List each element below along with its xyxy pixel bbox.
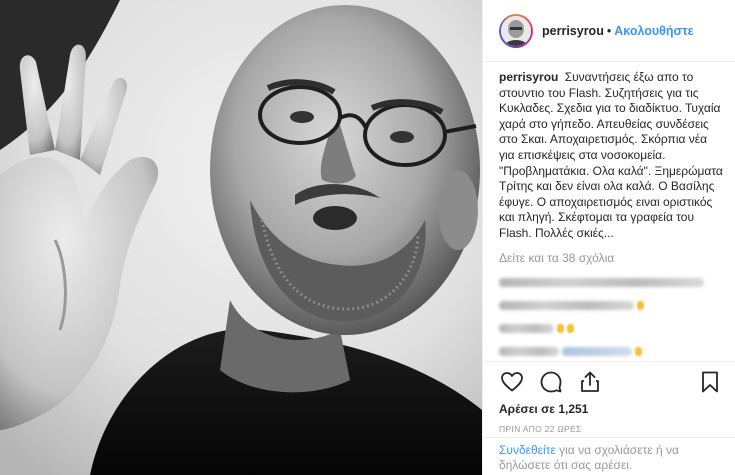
bookmark-icon[interactable] (697, 369, 723, 395)
comment-row (499, 277, 725, 288)
blurred-comment (499, 323, 554, 333)
blurred-comment (562, 346, 632, 356)
blurred-comment (499, 346, 559, 356)
avatar[interactable] (499, 13, 533, 48)
post-sidebar: perrisyrou • Ακολουθήστε perrisyrou Συναντ… (482, 0, 735, 475)
comment-icon[interactable] (538, 369, 564, 395)
action-bar (483, 362, 735, 402)
post-timestamp[interactable]: ΠΡΙΝ ΑΠΟ 22 ΩΡΕΣ (483, 424, 735, 434)
post-header: perrisyrou • Ακολουθήστε (483, 0, 735, 62)
post-photo[interactable] (0, 0, 482, 475)
view-all-comments-link[interactable]: Δείτε και τα 38 σχόλια (499, 251, 725, 265)
heart-icon[interactable] (499, 369, 525, 395)
caption-username[interactable]: perrisyrou (499, 70, 558, 84)
portrait-image (0, 0, 482, 475)
share-icon[interactable] (577, 369, 603, 395)
header-separator: • (606, 23, 612, 38)
likes-count[interactable]: Αρέσει σε 1,251 (483, 402, 735, 416)
login-prompt: Συνδεθείτε για να σχολιάσετε ή να δηλώσε… (483, 437, 735, 475)
emoji-icon (567, 323, 574, 333)
blurred-comment (499, 300, 634, 310)
follow-button[interactable]: Ακολουθήστε (614, 24, 693, 38)
emoji-icon (557, 323, 564, 333)
comments-section: perrisyrou Συναντήσεις έξω απο το στουντ… (483, 62, 735, 362)
comment-row (499, 346, 725, 357)
header-username[interactable]: perrisyrou (542, 24, 604, 38)
caption-text: Συναντήσεις έξω απο το στουντιο του Flas… (499, 70, 723, 240)
comment-row (499, 323, 725, 334)
instagram-post: perrisyrou • Ακολουθήστε perrisyrou Συναντ… (0, 0, 735, 475)
emoji-icon (635, 346, 642, 356)
avatar-image (501, 15, 531, 46)
header-text: perrisyrou • Ακολουθήστε (542, 24, 694, 38)
post-caption: perrisyrou Συναντήσεις έξω απο το στουντ… (499, 70, 725, 242)
blurred-comment (499, 277, 704, 287)
emoji-icon (637, 300, 644, 310)
comment-row (499, 300, 725, 311)
login-link[interactable]: Συνδεθείτε (499, 443, 556, 457)
